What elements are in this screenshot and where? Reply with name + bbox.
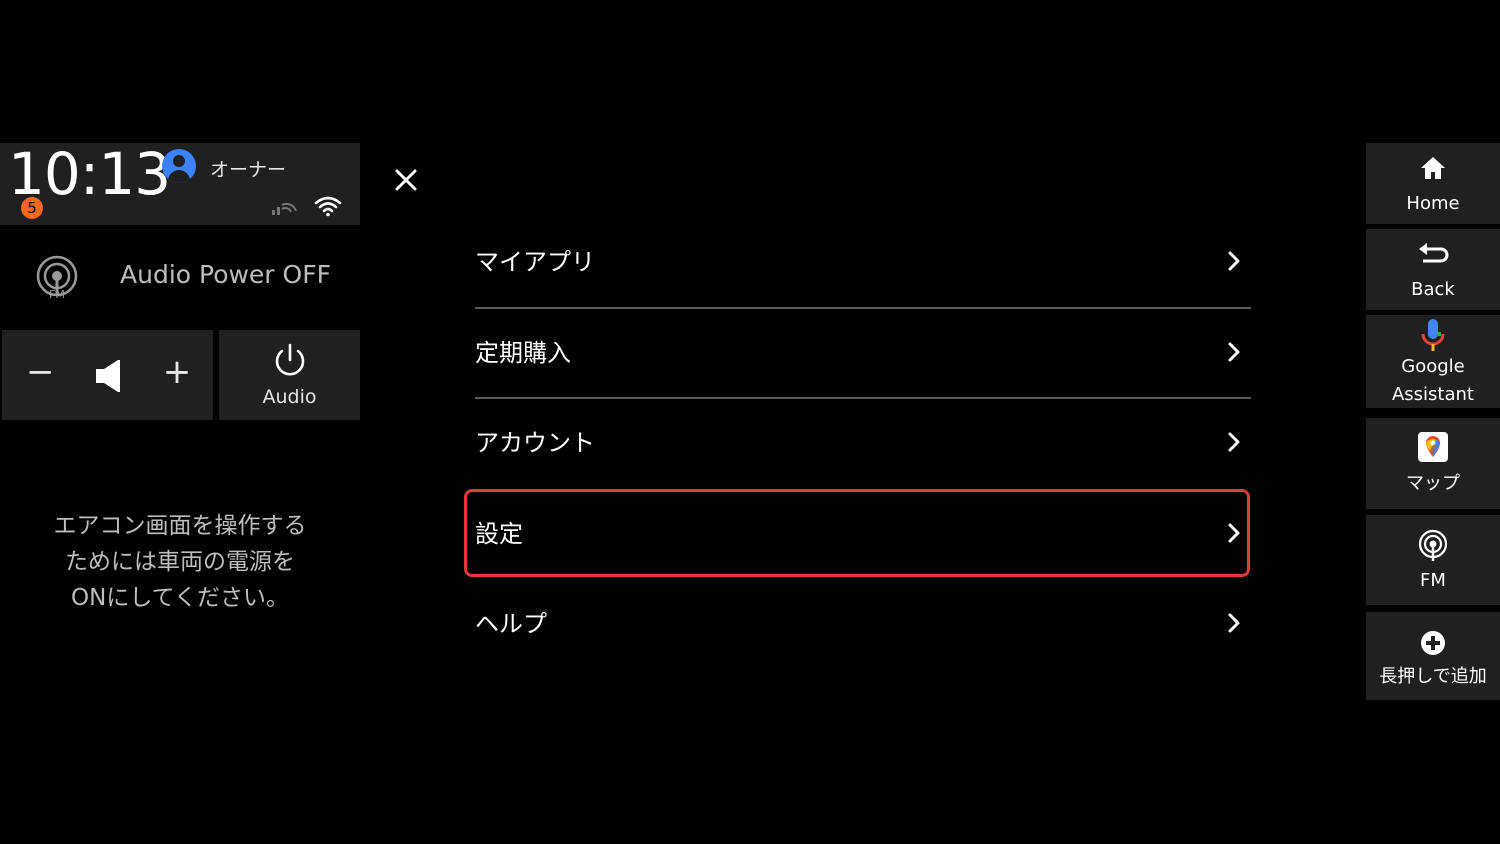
audio-power-button[interactable]: Audio — [219, 330, 360, 420]
volume-up-button[interactable]: + — [162, 352, 192, 392]
clock: 10:13 — [8, 140, 171, 208]
dock-back-button[interactable]: Back — [1366, 229, 1500, 310]
user-avatar-icon[interactable] — [162, 149, 196, 183]
speaker-icon[interactable] — [94, 356, 124, 400]
back-icon — [1417, 241, 1449, 271]
status-panel: 10:13 オーナー 5 — [0, 143, 360, 225]
microphone-icon — [1420, 318, 1446, 356]
chevron-right-icon — [1227, 250, 1241, 276]
signal-icon — [270, 197, 298, 221]
ac-notice: エアコン画面を操作する ためには車両の電源を ONにしてください。 — [20, 508, 340, 616]
audio-power-label: Audio — [262, 386, 317, 408]
chevron-right-icon — [1227, 612, 1241, 638]
notification-badge[interactable]: 5 — [21, 197, 43, 219]
dock-add-shortcut-button[interactable]: 長押しで追加 — [1366, 612, 1500, 700]
chevron-right-icon — [1227, 431, 1241, 457]
dock-label: Home — [1406, 193, 1460, 214]
dock-label: Google — [1401, 356, 1465, 377]
dock-google-assistant-button[interactable]: Google Assistant — [1366, 315, 1500, 408]
power-icon — [272, 342, 308, 384]
selection-highlight — [464, 489, 1250, 577]
menu-item-label: ヘルプ — [475, 610, 547, 638]
dock-label: マップ — [1406, 473, 1460, 494]
fm-radio-icon — [1418, 529, 1448, 567]
add-circle-icon — [1420, 630, 1446, 660]
volume-down-button[interactable]: − — [26, 352, 55, 392]
menu-item-label: マイアプリ — [475, 248, 595, 276]
dock-label: Assistant — [1391, 384, 1474, 405]
volume-control: − + — [2, 330, 213, 420]
close-icon — [395, 169, 417, 191]
dock-home-button[interactable]: Home — [1366, 143, 1500, 224]
dock-fm-button[interactable]: FM — [1366, 515, 1500, 605]
menu-item-label: アカウント — [475, 429, 595, 457]
audio-status: Audio Power OFF — [120, 260, 331, 289]
ac-notice-line: エアコン画面を操作する — [53, 513, 307, 539]
dock-label: 長押しで追加 — [1379, 666, 1487, 687]
ac-notice-line: ONにしてください。 — [71, 585, 289, 611]
ac-notice-line: ためには車両の電源を — [65, 549, 295, 575]
google-maps-icon — [1418, 432, 1448, 466]
close-button[interactable] — [390, 164, 422, 196]
home-icon — [1419, 155, 1447, 185]
menu-item-my-apps[interactable]: マイアプリ — [475, 217, 1251, 307]
fm-radio-icon[interactable]: FM — [33, 254, 81, 306]
user-name[interactable]: オーナー — [210, 155, 286, 182]
menu-item-account[interactable]: アカウント — [475, 398, 1251, 488]
menu-item-subscription[interactable]: 定期購入 — [475, 308, 1251, 398]
menu-item-label: 定期購入 — [475, 339, 571, 367]
fm-badge: FM — [49, 288, 65, 301]
wifi-icon — [314, 195, 342, 221]
menu-item-help[interactable]: ヘルプ — [475, 579, 1251, 669]
dock-label: Back — [1411, 279, 1455, 300]
chevron-right-icon — [1227, 341, 1241, 367]
dock-label: FM — [1420, 570, 1446, 591]
dock-maps-button[interactable]: マップ — [1366, 418, 1500, 509]
